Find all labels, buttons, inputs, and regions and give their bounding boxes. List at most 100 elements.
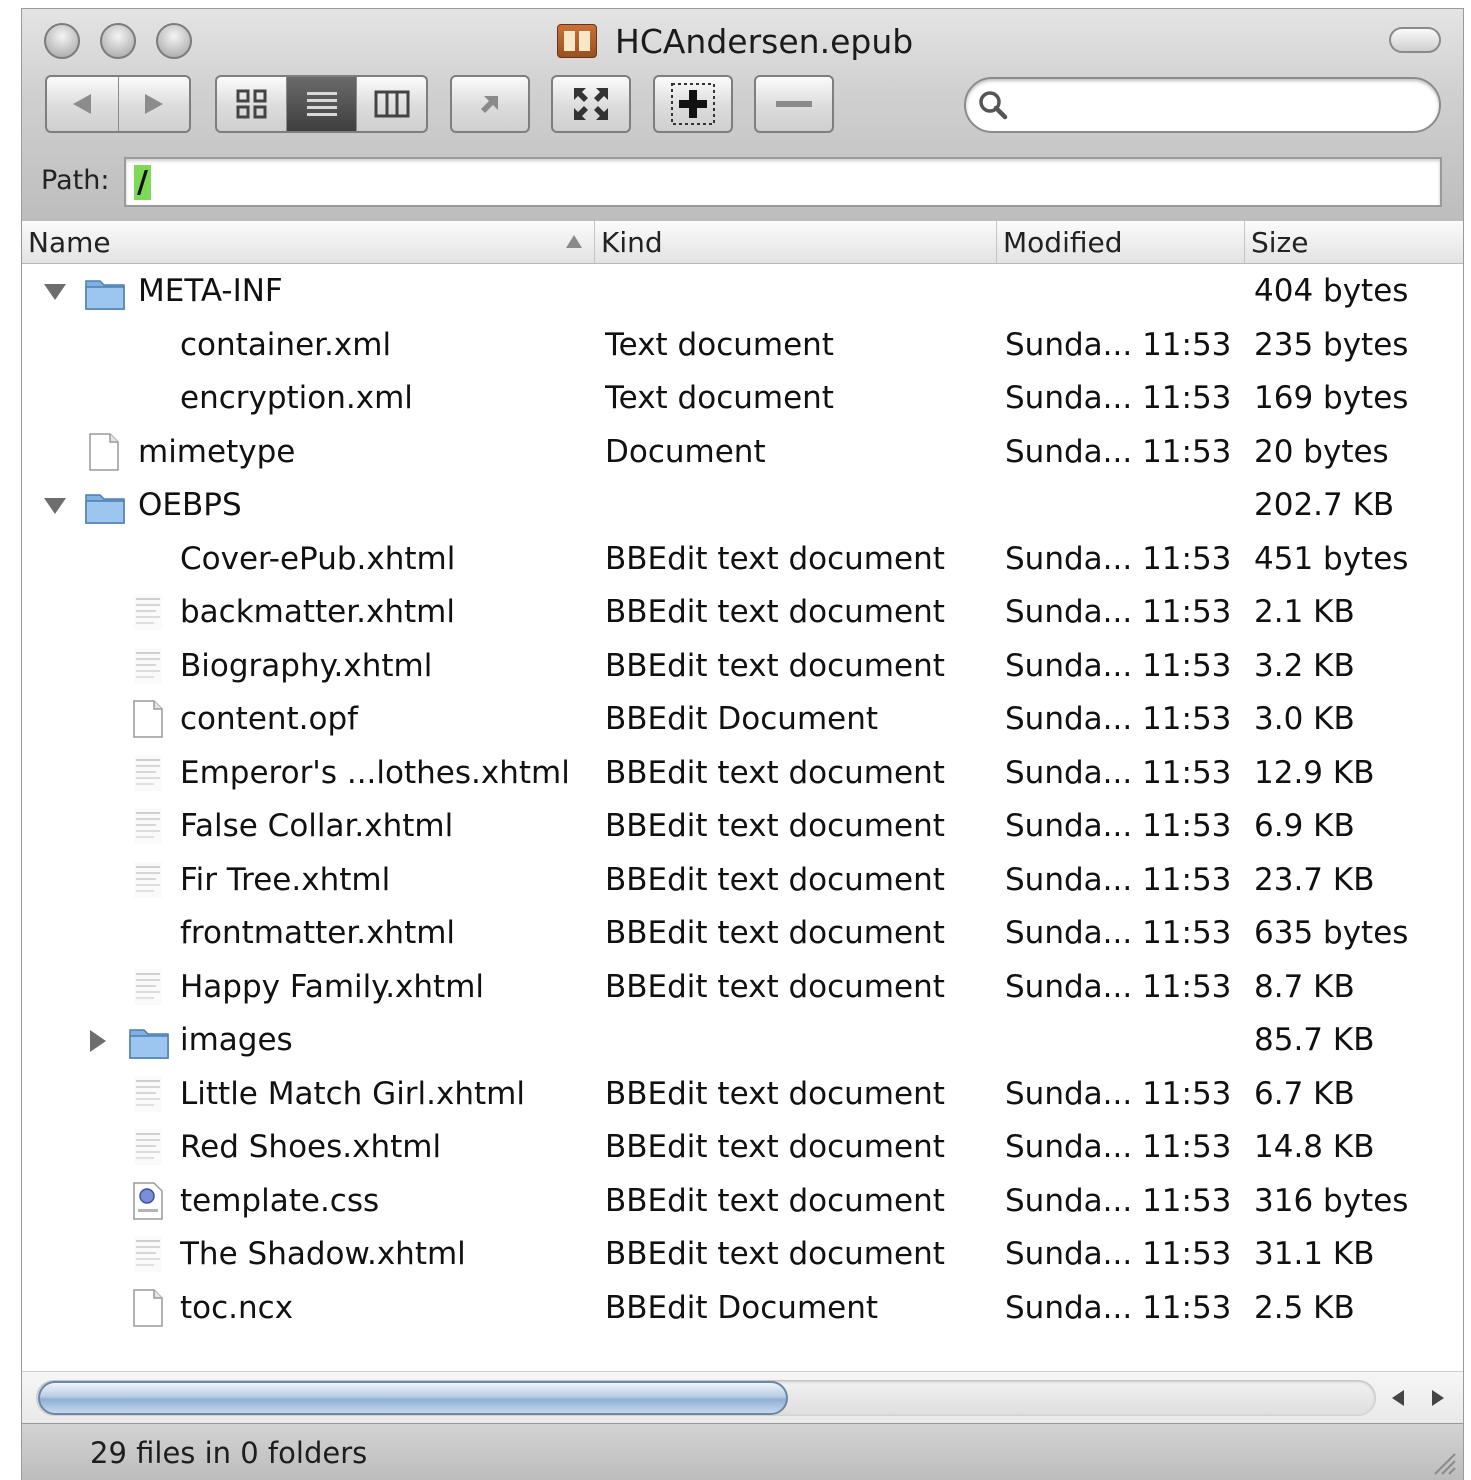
file-row[interactable]: Emperor's ...lothes.xhtml BBEdit text doc… [22,747,1463,800]
zoom-window-button[interactable] [156,23,192,59]
file-name: Red Shoes.xhtml [180,1129,442,1165]
file-row[interactable]: toc.ncx BBEdit Document Sunda... 11:53 2.5 … [22,1282,1463,1335]
file-row[interactable]: The Shadow.xhtml BBEdit text document Sund… [22,1228,1463,1281]
file-row[interactable]: Happy Family.xhtml BBEdit text document Su… [22,961,1463,1014]
epub-book-icon [557,24,597,58]
file-row[interactable]: Red Shoes.xhtml BBEdit text document Sunda… [22,1121,1463,1174]
view-mode-control [215,75,428,133]
file-name: False Collar.xhtml [180,808,454,844]
file-modified: Sunda... 11:53 [1005,433,1232,470]
file-kind: BBEdit Document [605,701,879,737]
file-row[interactable]: Cover-ePub.xhtml BBEdit text document Sund… [22,533,1463,586]
magnifier-icon [978,90,1008,120]
file-row[interactable]: Little Match Girl.xhtml BBEdit text docum… [22,1068,1463,1121]
file-kind: BBEdit Document [605,1289,879,1326]
file-row[interactable]: content.opf BBEdit Document Sunda... 11:53… [22,693,1463,746]
file-size: 635 bytes [1254,915,1409,951]
scroll-left-arrow-icon [1392,1390,1404,1406]
folder-icon [84,479,128,532]
search-input[interactable] [964,77,1441,133]
file-modified [1005,1014,1250,1067]
file-size: 3.0 KB [1254,701,1355,737]
file-row[interactable]: container.xml Text document Sunda... 11:53… [22,319,1463,372]
expand-button[interactable] [551,75,631,133]
file-modified: Sunda... 11:53 [1005,754,1232,791]
disclosure-triangle-down-icon[interactable] [42,265,68,318]
file-name: content.opf [180,701,359,737]
add-file-button[interactable] [653,75,733,133]
folder-row[interactable]: OEBPS 202.7 KB [22,479,1463,532]
document-icon [132,1282,176,1335]
file-name: toc.ncx [180,1289,294,1326]
file-name: Happy Family.xhtml [180,968,485,1005]
scroll-thumb[interactable] [38,1381,788,1415]
file-modified: Sunda... 11:53 [1005,915,1232,951]
folder-icon [84,265,128,318]
file-row[interactable]: False Collar.xhtml BBEdit text document Su… [22,800,1463,853]
css-file-icon [132,1175,176,1228]
document-icon [88,426,132,479]
horizontal-scrollbar[interactable] [22,1371,1463,1424]
forward-button[interactable] [119,77,190,131]
folder-row[interactable]: images 85.7 KB [22,1014,1463,1067]
back-button[interactable] [47,77,119,131]
file-row[interactable]: backmatter.xhtml BBEdit text document Sund… [22,586,1463,639]
file-size: 316 bytes [1254,1182,1409,1219]
open-file-button[interactable] [450,75,530,133]
file-modified: Sunda... 11:53 [1005,1289,1232,1326]
list-view-icon [306,92,337,116]
icon-view-icon [236,89,266,119]
file-kind: BBEdit text document [605,540,945,577]
expand-arrows-icon [574,88,608,120]
file-size: 235 bytes [1254,326,1409,363]
forward-arrow-icon [144,94,163,114]
disclosure-triangle-right-icon[interactable] [85,1014,111,1067]
file-list: META-INF 404 bytes container.xml Text docum… [22,265,1463,1365]
file-row[interactable]: Fir Tree.xhtml BBEdit text document Sunda.… [22,854,1463,907]
document-icon [132,693,176,746]
file-kind: BBEdit text document [605,1182,945,1219]
file-row[interactable]: Biography.xhtml BBEdit text document Sunda… [22,640,1463,693]
file-kind: Text document [605,380,834,416]
folder-row[interactable]: META-INF 404 bytes [22,265,1463,318]
minus-icon [776,101,812,107]
minimize-window-button[interactable] [100,23,136,59]
file-size: 12.9 KB [1254,754,1375,791]
kind-column-header[interactable]: Kind [595,221,997,263]
list-view-button[interactable] [287,77,357,131]
toolbar-toggle-button[interactable] [1389,27,1441,53]
disclosure-triangle-down-icon[interactable] [42,479,68,532]
column-view-button[interactable] [357,77,426,131]
window-title-area: HCAndersen.epub [557,21,913,61]
file-size: 85.7 KB [1254,1022,1375,1058]
file-modified: Sunda... 11:53 [1005,540,1232,577]
file-kind: BBEdit text document [605,1236,945,1272]
file-row[interactable]: mimetype Document Sunda... 11:53 20 bytes [22,426,1463,479]
resize-grip-icon[interactable] [1427,1446,1457,1476]
file-size: 6.9 KB [1254,808,1355,844]
text-file-icon [132,1121,176,1174]
file-row[interactable]: template.css BBEdit text document Sunda...… [22,1175,1463,1228]
close-window-button[interactable] [44,23,80,59]
scroll-left-button[interactable] [1380,1380,1416,1416]
file-size: 2.1 KB [1254,594,1355,630]
file-row[interactable]: frontmatter.xhtml BBEdit text document Sun… [22,907,1463,960]
file-name: frontmatter.xhtml [180,915,456,951]
file-kind [605,1014,965,1067]
text-file-icon [132,586,176,639]
file-row[interactable]: encryption.xml Text document Sunda... 11:5… [22,372,1463,425]
icon-view-button[interactable] [217,77,287,131]
file-modified: Sunda... 11:53 [1005,380,1232,416]
file-kind: BBEdit text document [605,647,945,684]
file-modified: Sunda... 11:53 [1005,647,1232,684]
size-column-header[interactable]: Size [1245,221,1463,263]
file-kind: BBEdit text document [605,754,945,791]
path-label: Path: [41,165,110,196]
file-size: 14.8 KB [1254,1129,1375,1165]
path-field[interactable]: / [124,157,1442,207]
modified-column-header[interactable]: Modified [997,221,1245,263]
name-column-header[interactable]: Name [22,221,595,263]
text-file-icon [132,800,176,853]
remove-file-button[interactable] [754,75,834,133]
scroll-right-button[interactable] [1420,1380,1456,1416]
